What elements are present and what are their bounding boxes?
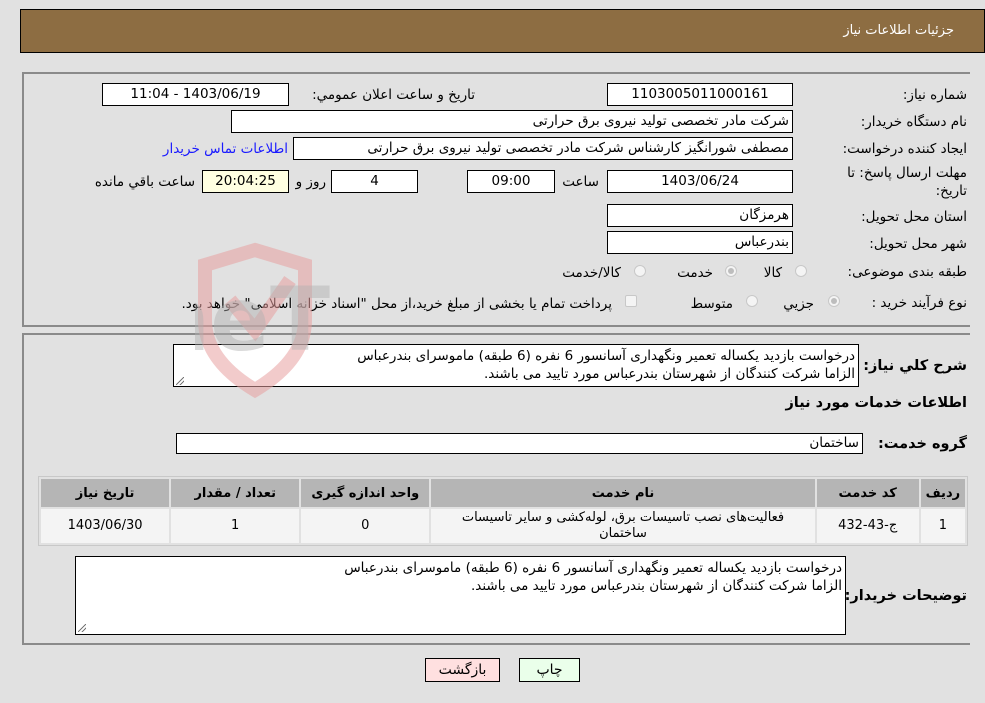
back-button[interactable]: بازگشت (425, 658, 500, 682)
need-number-label: شماره نیاز: (902, 87, 967, 103)
category-option-service: خدمت (677, 265, 713, 281)
page-header: جزئیات اطلاعات نیاز (20, 9, 985, 53)
deadline-time-field: 09:00 (467, 170, 555, 193)
deadline-label-line1: مهلت ارسال پاسخ: تا (847, 165, 967, 181)
buyer-notes-textarea[interactable]: درخواست بازدید یکساله تعمیر ونگهداری آسا… (75, 556, 846, 635)
buyer-contact-link[interactable]: اطلاعات تماس خریدار (163, 141, 288, 157)
remaining-time-label: ساعت باقي مانده (94, 174, 195, 190)
creator-label: ایجاد کننده درخواست: (842, 141, 967, 157)
print-button[interactable]: چاپ (519, 658, 580, 682)
city-label: شهر محل تحویل: (869, 236, 967, 252)
summary-textarea[interactable]: درخواست بازدید یکساله تعمیر ونگهداری آسا… (173, 344, 859, 387)
table-row: 1 ج-43-432 فعالیت‌های نصب تاسیسات برق، ل… (41, 509, 965, 543)
cell-service-code: ج-43-432 (816, 509, 919, 543)
summary-resize-handle[interactable] (176, 377, 184, 385)
cell-need-date: 1403/06/30 (41, 509, 170, 543)
days-remaining-field: 4 (331, 170, 418, 193)
category-option-goods-service: کالا/خدمت (562, 265, 621, 281)
services-table: رديف کد خدمت نام خدمت واحد اندازه گیری ت… (38, 476, 968, 546)
page-title: جزئیات اطلاعات نیاز (843, 23, 954, 38)
days-label: روز و (295, 174, 326, 190)
col-service-name: نام خدمت (431, 479, 815, 507)
col-unit: واحد اندازه گیری (301, 479, 430, 507)
service-group-field: ساختمان (176, 433, 863, 454)
cell-service-name: فعالیت‌های نصب تاسیسات برق، لوله‌کشی و س… (431, 509, 815, 543)
process-type-label: نوع فرآیند خرید : (871, 295, 967, 311)
process-option-medium: متوسط (690, 296, 733, 312)
summary-label: شرح کلي نياز: (863, 358, 967, 374)
deadline-date-field: 1403/06/24 (607, 170, 793, 193)
category-radio-goods-service[interactable] (634, 265, 646, 277)
col-quantity: تعداد / مقدار (171, 479, 300, 507)
announce-label: تاریخ و ساعت اعلان عمومي: (312, 87, 475, 103)
province-field: هرمزگان (607, 204, 793, 227)
process-radio-small[interactable] (828, 295, 840, 307)
creator-field: مصطفی شورانگیز کارشناس شرکت مادر تخصصی ت… (293, 137, 793, 160)
treasury-note: پرداخت تمام یا بخشی از مبلغ خرید،از محل … (181, 296, 612, 312)
province-label: استان محل تحویل: (861, 209, 967, 225)
services-section-title: اطلاعات خدمات مورد نياز (785, 395, 967, 411)
buyer-org-label: نام دستگاه خريدار: (860, 114, 967, 130)
col-row-number: رديف (920, 479, 965, 507)
buyer-org-field: شرکت مادر تخصصی تولید نیروی برق حرارتی (231, 110, 793, 133)
cell-row-number: 1 (920, 509, 965, 543)
process-radio-medium[interactable] (746, 295, 758, 307)
announce-date-field: 1403/06/19 - 11:04 (102, 83, 289, 106)
need-number-field: 1103005011000161 (607, 83, 793, 106)
category-radio-service[interactable] (725, 265, 737, 277)
city-field: بندرعباس (607, 231, 793, 254)
buyer-notes-label: توضیحات خريدار: (844, 588, 967, 604)
cell-unit: 0 (301, 509, 430, 543)
deadline-time-label: ساعت (562, 174, 599, 190)
table-header-row: رديف کد خدمت نام خدمت واحد اندازه گیری ت… (41, 479, 965, 507)
treasury-checkbox[interactable] (625, 295, 637, 307)
buyer-notes-resize-handle[interactable] (78, 624, 86, 632)
category-radio-goods[interactable] (795, 265, 807, 277)
service-group-label: گروه خدمت: (877, 436, 967, 452)
category-label: طبقه بندی موضوعی: (847, 264, 967, 280)
category-option-goods: کالا (763, 265, 782, 281)
col-service-code: کد خدمت (816, 479, 919, 507)
deadline-label-line2: تاریخ: (935, 183, 967, 199)
process-option-small: جزيي (783, 296, 814, 312)
cell-quantity: 1 (171, 509, 300, 543)
remaining-time-field: 20:04:25 (202, 170, 289, 193)
col-need-date: تاریخ نیاز (41, 479, 170, 507)
